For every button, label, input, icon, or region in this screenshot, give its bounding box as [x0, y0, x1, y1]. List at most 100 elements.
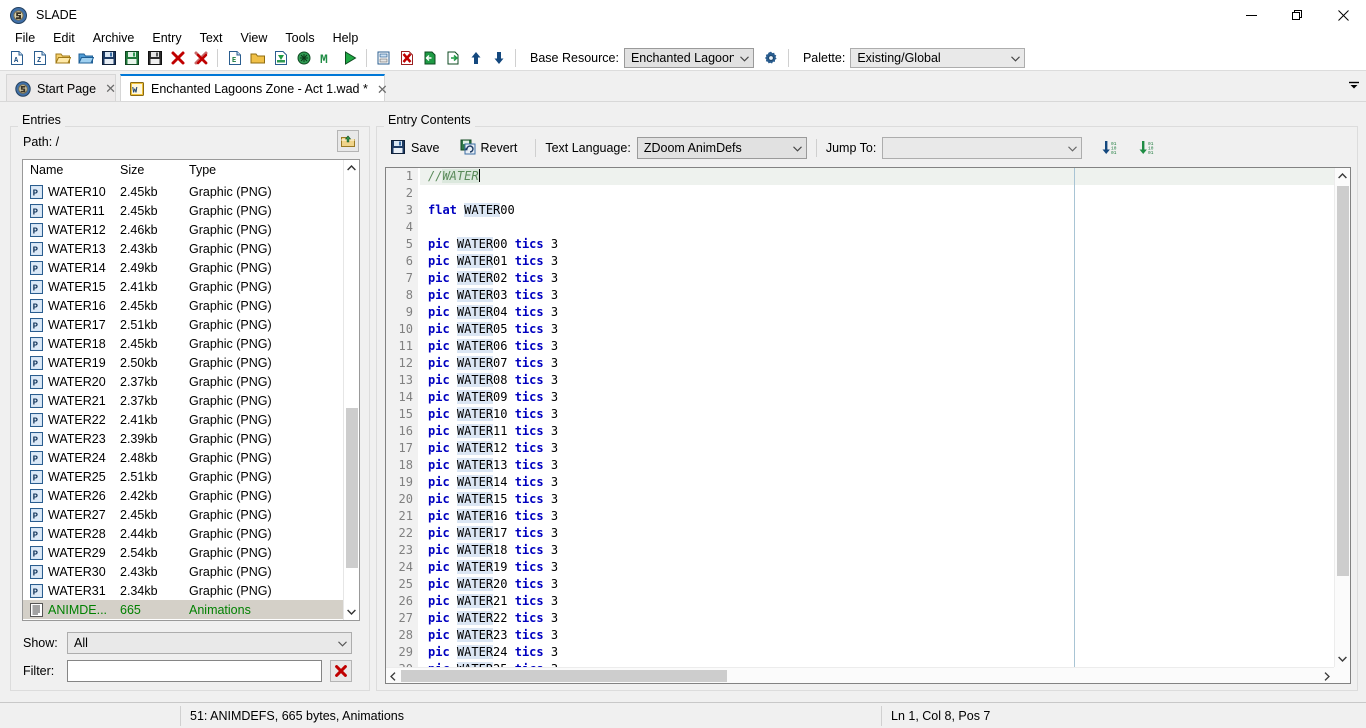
table-row[interactable]: P WATER27 2.45kb Graphic (PNG): [23, 505, 359, 524]
table-row[interactable]: P WATER20 2.37kb Graphic (PNG): [23, 372, 359, 391]
palette-dropdown[interactable]: Existing/Global: [850, 48, 1026, 68]
entry-list-scrollbar[interactable]: [343, 160, 359, 620]
chevron-down-icon[interactable]: [1348, 80, 1360, 93]
new-directory-icon[interactable]: [246, 47, 269, 70]
scroll-down-icon[interactable]: [1335, 651, 1350, 667]
export-icon[interactable]: [441, 47, 464, 70]
table-row[interactable]: P WATER25 2.51kb Graphic (PNG): [23, 467, 359, 486]
clear-filter-icon[interactable]: [330, 660, 352, 682]
table-row[interactable]: P WATER31 2.34kb Graphic (PNG): [23, 581, 359, 600]
tab-enchanted-lagoons-wad[interactable]: W Enchanted Lagoons Zone - Act 1.wad * ✕: [120, 74, 388, 102]
code-line[interactable]: pic WATER18 tics 3: [420, 542, 1334, 559]
delete-entry-icon[interactable]: [395, 47, 418, 70]
code-line[interactable]: pic WATER01 tics 3: [420, 253, 1334, 270]
scroll-down-icon[interactable]: [344, 604, 359, 620]
text-editor[interactable]: 1 2 3 4 5 6 7 8 9 10 11 12 13 14 15 16 17 18 19 20 21 22 23 24 2…: [385, 167, 1351, 684]
code-line[interactable]: pic WATER09 tics 3: [420, 389, 1334, 406]
table-row[interactable]: P WATER19 2.50kb Graphic (PNG): [23, 353, 359, 372]
table-row[interactable]: P WATER23 2.39kb Graphic (PNG): [23, 429, 359, 448]
code-line[interactable]: pic WATER12 tics 3: [420, 440, 1334, 457]
menu-file[interactable]: File: [6, 30, 44, 46]
table-row[interactable]: P WATER24 2.48kb Graphic (PNG): [23, 448, 359, 467]
code-line[interactable]: pic WATER08 tics 3: [420, 372, 1334, 389]
new-archive-icon[interactable]: A: [5, 47, 28, 70]
column-header-size[interactable]: Size: [113, 160, 182, 182]
restore-icon[interactable]: [1274, 0, 1320, 30]
close-icon[interactable]: [1320, 0, 1366, 30]
menu-archive[interactable]: Archive: [84, 30, 144, 46]
code-line[interactable]: pic WATER19 tics 3: [420, 559, 1334, 576]
find-previous-icon[interactable]: 01 10 01: [1096, 138, 1129, 158]
code-line[interactable]: [420, 219, 1334, 236]
entry-list[interactable]: Name Size Type P WATER10 2.45kb Graphic (PN…: [22, 159, 360, 621]
up-directory-icon[interactable]: [337, 130, 359, 152]
scrollbar-thumb[interactable]: [346, 408, 358, 568]
table-row[interactable]: P WATER16 2.45kb Graphic (PNG): [23, 296, 359, 315]
menu-edit[interactable]: Edit: [44, 30, 84, 46]
table-row[interactable]: P WATER15 2.41kb Graphic (PNG): [23, 277, 359, 296]
scroll-up-icon[interactable]: [1335, 168, 1350, 184]
new-entry-icon[interactable]: E: [223, 47, 246, 70]
menu-entry[interactable]: Entry: [143, 30, 190, 46]
entry-properties-icon[interactable]: [372, 47, 395, 70]
import-entry-icon[interactable]: [269, 47, 292, 70]
code-line[interactable]: pic WATER03 tics 3: [420, 287, 1334, 304]
table-row[interactable]: P WATER12 2.46kb Graphic (PNG): [23, 220, 359, 239]
close-icon[interactable]: ✕: [105, 82, 116, 95]
code-line[interactable]: pic WATER14 tics 3: [420, 474, 1334, 491]
scroll-left-icon[interactable]: [386, 668, 400, 683]
code-line[interactable]: pic WATER21 tics 3: [420, 593, 1334, 610]
find-next-icon[interactable]: 01 10 01: [1133, 138, 1166, 158]
code-line[interactable]: pic WATER06 tics 3: [420, 338, 1334, 355]
map-editor-icon[interactable]: M: [315, 47, 338, 70]
table-row[interactable]: P WATER21 2.37kb Graphic (PNG): [23, 391, 359, 410]
menu-tools[interactable]: Tools: [276, 30, 323, 46]
table-row[interactable]: P WATER10 2.45kb Graphic (PNG): [23, 182, 359, 201]
base-resource-dropdown[interactable]: Enchanted Lagoons: [623, 48, 754, 68]
code-line[interactable]: pic WATER23 tics 3: [420, 627, 1334, 644]
code-line[interactable]: pic WATER16 tics 3: [420, 508, 1334, 525]
code-line[interactable]: [420, 185, 1334, 202]
scroll-right-icon[interactable]: [1320, 668, 1334, 683]
open-archive-icon[interactable]: [51, 47, 74, 70]
code-line[interactable]: pic WATER20 tics 3: [420, 576, 1334, 593]
code-line[interactable]: pic WATER24 tics 3: [420, 644, 1334, 661]
gear-icon[interactable]: [760, 47, 783, 70]
show-dropdown[interactable]: All: [67, 632, 352, 654]
scroll-up-icon[interactable]: [344, 160, 359, 176]
column-header-type[interactable]: Type: [182, 160, 359, 182]
table-row[interactable]: P WATER11 2.45kb Graphic (PNG): [23, 201, 359, 220]
table-row[interactable]: P WATER18 2.45kb Graphic (PNG): [23, 334, 359, 353]
jump-to-dropdown[interactable]: [882, 137, 1083, 159]
code-line[interactable]: flat WATER00: [420, 202, 1334, 219]
table-row[interactable]: P WATER13 2.43kb Graphic (PNG): [23, 239, 359, 258]
table-row[interactable]: P WATER29 2.54kb Graphic (PNG): [23, 543, 359, 562]
code-line[interactable]: pic WATER02 tics 3: [420, 270, 1334, 287]
table-row[interactable]: P WATER22 2.41kb Graphic (PNG): [23, 410, 359, 429]
table-row[interactable]: P WATER28 2.44kb Graphic (PNG): [23, 524, 359, 543]
minimize-icon[interactable]: [1228, 0, 1274, 30]
maps-icon[interactable]: [292, 47, 315, 70]
code-line[interactable]: //WATER: [420, 168, 1334, 185]
table-row[interactable]: P WATER17 2.51kb Graphic (PNG): [23, 315, 359, 334]
table-row[interactable]: P WATER26 2.42kb Graphic (PNG): [23, 486, 359, 505]
table-row[interactable]: P WATER30 2.43kb Graphic (PNG): [23, 562, 359, 581]
new-zip-archive-icon[interactable]: Z: [28, 47, 51, 70]
menu-text[interactable]: Text: [191, 30, 232, 46]
close-all-archives-icon[interactable]: [189, 47, 212, 70]
editor-vertical-scrollbar[interactable]: [1334, 168, 1350, 667]
menu-help[interactable]: Help: [324, 30, 368, 46]
save-as-icon[interactable]: [120, 47, 143, 70]
column-header-name[interactable]: Name: [23, 160, 113, 182]
menu-view[interactable]: View: [232, 30, 277, 46]
table-row[interactable]: ANIMDE... 665 Animations: [23, 600, 359, 619]
scrollbar-thumb[interactable]: [1337, 186, 1349, 576]
code-line[interactable]: pic WATER05 tics 3: [420, 321, 1334, 338]
code-line[interactable]: pic WATER07 tics 3: [420, 355, 1334, 372]
scrollbar-thumb[interactable]: [401, 670, 727, 682]
close-icon[interactable]: ✕: [377, 83, 388, 96]
tab-start-page[interactable]: Start Page ✕: [6, 74, 116, 102]
table-row[interactable]: P WATER14 2.49kb Graphic (PNG): [23, 258, 359, 277]
save-all-icon[interactable]: [143, 47, 166, 70]
revert-button[interactable]: Revert: [455, 137, 523, 160]
